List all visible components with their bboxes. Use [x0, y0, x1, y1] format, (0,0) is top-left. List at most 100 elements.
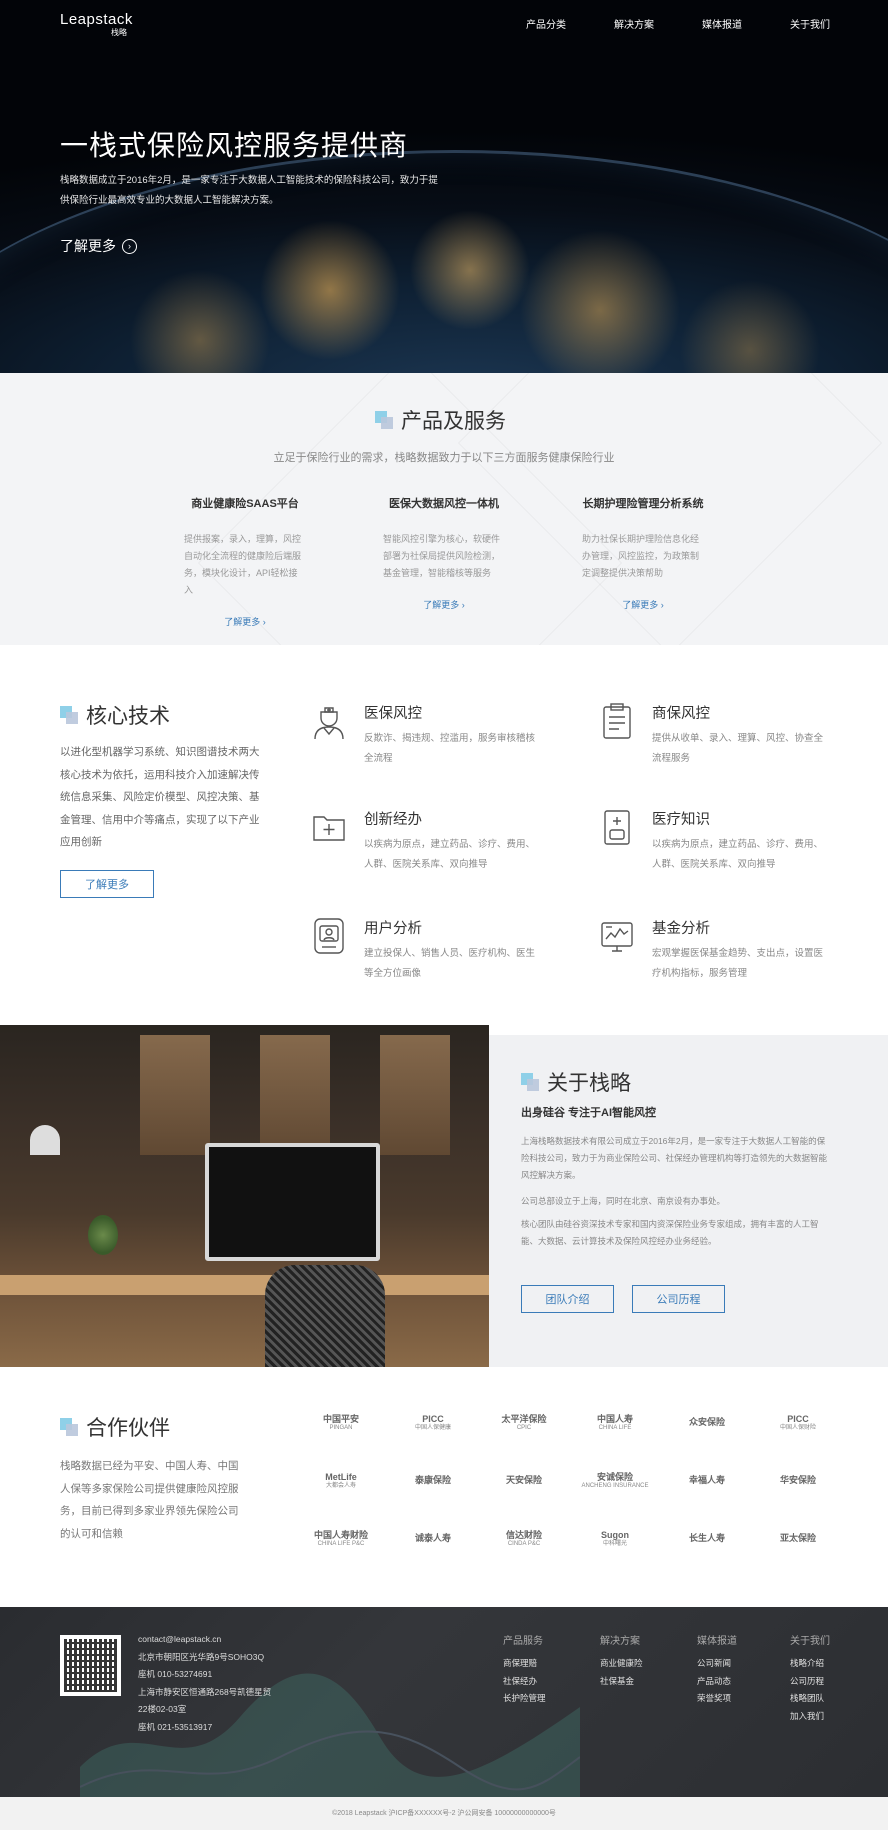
- partner-logo-name: PICC: [787, 1413, 809, 1424]
- nav-item-solutions[interactable]: 解决方案: [614, 16, 654, 31]
- partner-logo-subtext: PINGAN: [329, 1424, 353, 1431]
- contact-phone: 座机 010-53274691: [138, 1669, 213, 1679]
- partner-logo: 诚泰人寿: [393, 1522, 473, 1556]
- feature-title: 创新经办: [364, 812, 422, 828]
- lamp-shape: [30, 1125, 60, 1155]
- footer-column-heading[interactable]: 解决方案: [600, 1632, 643, 1647]
- partner-logo: Sugon 中科曙光: [575, 1522, 655, 1556]
- office-photo: [0, 1025, 489, 1367]
- city-lights: [0, 200, 888, 373]
- hero-more-label: 了解更多: [60, 238, 116, 254]
- product-title: 商业健康险SAAS平台: [191, 498, 299, 510]
- partner-logo-name: 幸福人寿: [688, 1475, 725, 1486]
- partner-logo: 安诚保险 ANCHENG INSURANCE: [575, 1464, 655, 1498]
- core-more-button[interactable]: 了解更多: [60, 870, 154, 898]
- partner-logo-name: 太平洋保险: [501, 1413, 547, 1424]
- feature-description: 以疾病为原点，建立药品、诊疗、费用、人群、医院关系库、双向推导: [652, 839, 824, 870]
- partner-logo-subtext: 大都会人寿: [325, 1482, 356, 1489]
- partner-logo: 众安保险: [667, 1406, 747, 1440]
- contact-email[interactable]: contact@leapstack.cn: [138, 1631, 271, 1649]
- partner-logo: 幸福人寿: [667, 1464, 747, 1498]
- footer-column-heading[interactable]: 关于我们: [790, 1632, 830, 1647]
- core-description: 以进化型机器学习系统、知识图谱技术两大核心技术为依托，运用科技介入加速解决传统信…: [60, 746, 260, 848]
- title-squares-icon: [60, 1418, 78, 1436]
- company-history-button[interactable]: 公司历程: [632, 1285, 725, 1313]
- partner-logo-subtext: CHINA LIFE: [598, 1424, 632, 1431]
- window-shape: [380, 1035, 450, 1155]
- partner-logo: 华安保险: [758, 1464, 838, 1498]
- feature-description: 宏观掌握医保基金趋势、支出点，设置医疗机构指标，服务管理: [652, 948, 824, 979]
- partner-logo-subtext: 中科曙光: [602, 1540, 627, 1547]
- footer-link[interactable]: 荣誉奖项: [697, 1690, 737, 1708]
- partner-logo: 泰康保险: [393, 1464, 473, 1498]
- hero-more-link[interactable]: 了解更多 ›: [60, 236, 137, 256]
- feature-item: 创新经办 以疾病为原点，建立药品、诊疗、费用、人群、医院关系库、双向推导: [312, 808, 542, 870]
- feature-title: 商保风控: [652, 706, 710, 722]
- footer-link[interactable]: 公司历程: [790, 1673, 830, 1691]
- footer-link[interactable]: 长护险管理: [503, 1690, 546, 1708]
- feature-description: 提供从收单、录入、理算、风控、协查全流程服务: [652, 733, 824, 764]
- feature-title: 医疗知识: [652, 812, 710, 828]
- product-more-link[interactable]: 了解更多 ›: [568, 598, 718, 611]
- logo-cn-text: 栈略: [111, 28, 127, 37]
- chevron-right-icon: ›: [122, 238, 137, 254]
- product-card: 长期护理险管理分析系统 助力社保长期护理险信息化经办管理，风控监控，为政策制定调…: [568, 495, 718, 611]
- nav-item-about[interactable]: 关于我们: [790, 16, 830, 31]
- feature-item: 商保风控 提供从收单、录入、理算、风控、协查全流程服务: [600, 702, 830, 764]
- footer-link[interactable]: 公司新闻: [697, 1655, 737, 1673]
- main-nav: 产品分类 解决方案 媒体报道 关于我们: [478, 16, 830, 31]
- copyright-bar: ©2018 Leapstack 沪ICP备XXXXXX号-2 沪公网安备 100…: [0, 1797, 888, 1830]
- partner-logo: 亚太保险: [758, 1522, 838, 1556]
- product-card: 医保大数据风控一体机 智能风控引擎为核心，软硬件部署为社保局提供风险检测，基金管…: [369, 495, 519, 611]
- product-description: 助力社保长期护理险信息化经办管理，风控监控，为政策制定调整提供决策帮助: [582, 534, 700, 578]
- footer-link[interactable]: 产品动态: [697, 1673, 737, 1691]
- footer-link[interactable]: 社保基金: [600, 1673, 643, 1691]
- nav-item-products[interactable]: 产品分类: [526, 16, 566, 31]
- doctor-icon: [314, 707, 344, 740]
- partner-logo-name: 长生人寿: [688, 1533, 725, 1544]
- footer-column-heading[interactable]: 产品服务: [503, 1632, 546, 1647]
- about-paragraph: 上海栈略数据技术有限公司成立于2016年2月，是一家专注于大数据人工智能的保险科…: [521, 1136, 828, 1180]
- partner-logo-subtext: 中国人保健康: [414, 1424, 451, 1431]
- footer-link[interactable]: 社保经办: [503, 1673, 546, 1691]
- feature-item: 基金分析 宏观掌握医保基金趋势、支出点，设置医疗机构指标，服务管理: [600, 917, 830, 979]
- contact-address: 22楼02-03室: [138, 1704, 187, 1714]
- partner-logo-subtext: 中国人保财险: [779, 1424, 816, 1431]
- title-squares-icon: [60, 706, 78, 724]
- footer-link[interactable]: 商业健康险: [600, 1655, 643, 1673]
- contact-info: contact@leapstack.cn 北京市朝阳区光华路9号SOHO3Q 座…: [138, 1631, 271, 1736]
- products-title-text: 产品及服务: [401, 410, 506, 433]
- footer-link[interactable]: 栈略团队: [790, 1690, 830, 1708]
- products-title: 产品及服务: [375, 405, 506, 435]
- about-title: 关于栈略: [521, 1067, 631, 1097]
- feature-item: 医疗知识 以疾病为原点，建立药品、诊疗、费用、人群、医院关系库、双向推导: [600, 808, 830, 870]
- feature-item: 医保风控 反欺诈、揭违规、控滥用，服务审核稽核全流程: [312, 702, 542, 764]
- window-shape: [140, 1035, 210, 1155]
- partner-logo: 信达财险 CINDA P&C: [484, 1522, 564, 1556]
- products-section: 产品及服务 立足于保险行业的需求，栈略数据致力于以下三方面服务健康保险行业 商业…: [0, 373, 888, 645]
- product-more-link[interactable]: 了解更多 ›: [170, 615, 320, 628]
- partner-logo: 太平洋保险 CPIC: [484, 1406, 564, 1440]
- footer-link[interactable]: 加入我们: [790, 1708, 830, 1726]
- feature-description: 以疾病为原点，建立药品、诊疗、费用、人群、医院关系库、双向推导: [364, 839, 536, 870]
- footer-column: 产品服务 商保理赔 社保经办 长护险管理: [503, 1632, 546, 1708]
- logo[interactable]: Leapstack 栈略: [60, 11, 133, 37]
- feature-title: 基金分析: [652, 921, 710, 937]
- product-more-link[interactable]: 了解更多 ›: [369, 598, 519, 611]
- about-paragraph: 公司总部设立于上海，同时在北京、南京设有办事处。: [521, 1196, 726, 1206]
- team-intro-button[interactable]: 团队介绍: [521, 1285, 614, 1313]
- hero-description: 栈略数据成立于2016年2月，是一家专注于大数据人工智能技术的保险科技公司，致力…: [60, 175, 438, 206]
- partner-logo-subtext: CPIC: [516, 1424, 532, 1431]
- partner-logo: 中国人寿财险 CHINA LIFE P&C: [301, 1522, 381, 1556]
- footer-link[interactable]: 栈略介绍: [790, 1655, 830, 1673]
- feature-description: 反欺诈、揭违规、控滥用，服务审核稽核全流程: [364, 733, 536, 764]
- partner-logo-name: Sugon: [601, 1529, 629, 1540]
- title-squares-icon: [521, 1073, 539, 1091]
- partner-logo: 中国人寿 CHINA LIFE: [575, 1406, 655, 1440]
- nav-item-media[interactable]: 媒体报道: [702, 16, 742, 31]
- about-paragraph: 核心团队由硅谷资深技术专家和国内资深保险业务专家组成，拥有丰富的人工智能、大数据…: [521, 1219, 819, 1246]
- about-subtitle: 出身硅谷 专注于AI智能风控: [521, 1107, 657, 1119]
- footer-link[interactable]: 商保理赔: [503, 1655, 546, 1673]
- about-text-box: 关于栈略 出身硅谷 专注于AI智能风控 上海栈略数据技术有限公司成立于2016年…: [489, 1035, 888, 1367]
- footer-column-heading[interactable]: 媒体报道: [697, 1632, 737, 1647]
